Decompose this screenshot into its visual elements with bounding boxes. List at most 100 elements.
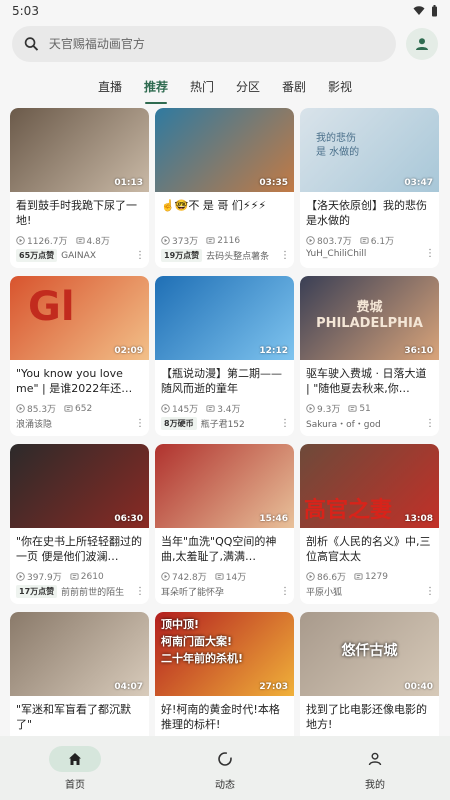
video-author[interactable]: 浪涌该隐 xyxy=(16,417,131,430)
nav-home[interactable]: 首页 xyxy=(35,745,115,791)
video-meta: 8万硬币 瓶子君152 ⋮ xyxy=(155,415,294,430)
nav-profile[interactable]: 我的 xyxy=(335,746,415,791)
video-author[interactable]: 去码头整点薯条 xyxy=(206,249,276,262)
play-count-icon xyxy=(161,404,170,413)
thumbnail-caption: 费城 xyxy=(356,300,383,315)
video-meta: 65万点赞 GAINAX ⋮ xyxy=(10,247,149,262)
nav-profile-label: 我的 xyxy=(365,779,385,791)
video-thumbnail[interactable]: 高官之妻 13:08 xyxy=(300,444,439,528)
video-thumbnail[interactable]: 顶中顶! 柯南门面大案! 二十年前的杀机! 27:03 xyxy=(155,612,294,696)
play-count-icon xyxy=(16,572,25,581)
video-title[interactable]: "You know you love me" | 是谁2022年还… xyxy=(10,360,149,400)
video-author[interactable]: GAINAX xyxy=(61,251,131,261)
video-author[interactable]: Sakura・of・god xyxy=(306,417,421,430)
battery-icon xyxy=(432,5,437,17)
more-options-icon[interactable]: ⋮ xyxy=(425,418,435,428)
video-thumbnail[interactable]: 04:07 xyxy=(10,612,149,696)
video-author[interactable]: 瓶子君152 xyxy=(201,417,276,430)
comment-count-value: 1279 xyxy=(365,571,388,582)
video-title[interactable]: 【瓶说动漫】第二期——随风而逝的童年 xyxy=(155,360,294,400)
account-button[interactable] xyxy=(406,28,438,60)
danmaku-icon xyxy=(75,237,85,244)
comment-count-value: 14万 xyxy=(225,573,247,583)
video-meta: 耳朵听了能怀孕 ⋮ xyxy=(155,583,294,598)
video-thumbnail[interactable]: 15:46 xyxy=(155,444,294,528)
video-duration: 04:07 xyxy=(114,682,143,692)
video-title[interactable]: 驱车驶入费城 · 日落大道 | "随他夏去秋来,你… xyxy=(300,360,439,400)
video-meta: 平原小狐 ⋮ xyxy=(300,583,439,598)
video-thumbnail[interactable]: 03:35 xyxy=(155,108,294,192)
more-options-icon[interactable]: ⋮ xyxy=(425,586,435,596)
video-meta: 17万点赞 前前前世的陌生 ⋮ xyxy=(10,583,149,598)
view-count: 85.3万 xyxy=(16,402,56,415)
more-options-icon[interactable]: ⋮ xyxy=(425,249,435,259)
more-options-icon[interactable]: ⋮ xyxy=(135,586,145,596)
video-thumbnail[interactable]: 我的悲伤是 水做的 03:47 xyxy=(300,108,439,192)
video-duration: 03:35 xyxy=(259,178,288,188)
comment-count-value: 3.4万 xyxy=(217,405,241,415)
video-card[interactable]: 悠仟古城 00:40 找到了比电影还像电影的地方! ⋮ xyxy=(300,612,439,736)
video-card[interactable]: Gl 02:09 "You know you love me" | 是谁2022… xyxy=(10,276,149,436)
comment-count-value: 2610 xyxy=(80,571,104,582)
video-thumbnail[interactable]: 01:13 xyxy=(10,108,149,192)
tab-live[interactable]: 直播 xyxy=(87,72,133,104)
view-count-value: 1126.7万 xyxy=(27,237,68,247)
tab-hot[interactable]: 热门 xyxy=(179,72,225,104)
video-title[interactable]: 当年"血洗"QQ空间的神曲,太羞耻了,满满… xyxy=(155,528,294,568)
video-author[interactable]: 平原小狐 xyxy=(306,585,421,598)
nav-dynamics[interactable]: 动态 xyxy=(185,746,265,791)
video-title[interactable]: 看到鼓手时我跪下尿了一地! xyxy=(10,192,149,232)
video-badge: 19万点赞 xyxy=(161,249,203,262)
video-card[interactable]: 15:46 当年"血洗"QQ空间的神曲,太羞耻了,满满… 742.8万 14万 … xyxy=(155,444,294,604)
comment-count: 51 xyxy=(348,404,371,414)
more-options-icon[interactable]: ⋮ xyxy=(135,250,145,260)
search-bar[interactable] xyxy=(12,26,396,62)
video-stats: 373万 2116 xyxy=(155,232,294,247)
video-thumbnail[interactable]: 12:12 xyxy=(155,276,294,360)
video-card[interactable]: 03:35 ☝️🤓不 是 哥 们⚡⚡⚡ 373万 2116 19万点赞 去码头整… xyxy=(155,108,294,268)
tab-recommend[interactable]: 推荐 xyxy=(133,72,179,104)
video-card[interactable]: 06:30 "你在史书上所轻轻翻过的一页 便是他们波澜… 397.9万 2610… xyxy=(10,444,149,604)
video-thumbnail[interactable]: Gl 02:09 xyxy=(10,276,149,360)
video-card[interactable]: 12:12 【瓶说动漫】第二期——随风而逝的童年 145万 3.4万 8万硬币 … xyxy=(155,276,294,436)
status-icons xyxy=(413,5,438,17)
video-title[interactable]: 好!柯南的黄金时代!本格推理的标杆! xyxy=(155,696,294,736)
video-author[interactable]: 耳朵听了能怀孕 xyxy=(161,585,276,598)
more-options-icon[interactable]: ⋮ xyxy=(280,586,290,596)
activity-icon xyxy=(218,751,232,766)
video-card[interactable]: 我的悲伤是 水做的 03:47 【洛天依原创】我的悲伤是水做的 803.7万 6… xyxy=(300,108,439,268)
more-options-icon[interactable]: ⋮ xyxy=(135,418,145,428)
video-title[interactable]: 【洛天依原创】我的悲伤是水做的 xyxy=(300,192,439,232)
video-author[interactable]: YuH_ChiliChill xyxy=(306,249,421,259)
thumbnail-caption: 二十年前的杀机! xyxy=(161,652,244,665)
video-card[interactable]: 04:07 "军迷和军盲看了都沉默了" ⋮ xyxy=(10,612,149,736)
video-title[interactable]: "军迷和军盲看了都沉默了" xyxy=(10,696,149,736)
more-options-icon[interactable]: ⋮ xyxy=(280,418,290,428)
video-author[interactable]: 前前前世的陌生 xyxy=(61,585,131,598)
video-title[interactable]: "你在史书上所轻轻翻过的一页 便是他们波澜… xyxy=(10,528,149,568)
tab-categories[interactable]: 分区 xyxy=(225,72,271,104)
home-icon xyxy=(69,752,81,765)
video-thumbnail[interactable]: 06:30 xyxy=(10,444,149,528)
more-options-icon[interactable]: ⋮ xyxy=(280,250,290,260)
video-thumbnail[interactable]: 悠仟古城 00:40 xyxy=(300,612,439,696)
video-thumbnail[interactable]: 费城 PHILADELPHIA 36:10 xyxy=(300,276,439,360)
video-title[interactable]: 剖析《人民的名义》中,三位高官太太 xyxy=(300,528,439,568)
tab-anime[interactable]: 番剧 xyxy=(271,72,317,104)
search-input[interactable] xyxy=(48,37,384,51)
video-card[interactable]: 高官之妻 13:08 剖析《人民的名义》中,三位高官太太 86.6万 1279 … xyxy=(300,444,439,604)
thumbnail-caption: PHILADELPHIA xyxy=(316,316,423,331)
play-count-icon xyxy=(161,572,170,581)
comment-count: 4.8万 xyxy=(75,234,110,247)
video-card[interactable]: 顶中顶! 柯南门面大案! 二十年前的杀机! 27:03 好!柯南的黄金时代!本格推理… xyxy=(155,612,294,736)
person-icon xyxy=(416,38,428,50)
tab-movies[interactable]: 影视 xyxy=(317,72,363,104)
video-title[interactable]: 找到了比电影还像电影的地方! xyxy=(300,696,439,736)
video-duration: 12:12 xyxy=(259,346,288,356)
danmaku-icon xyxy=(206,405,215,412)
video-duration: 06:30 xyxy=(114,514,143,524)
video-card[interactable]: 费城 PHILADELPHIA 36:10 驱车驶入费城 · 日落大道 | "随他… xyxy=(300,276,439,436)
video-card[interactable]: 01:13 看到鼓手时我跪下尿了一地! 1126.7万 4.8万 65万点赞 G… xyxy=(10,108,149,268)
view-count: 1126.7万 xyxy=(16,234,68,247)
video-title[interactable]: ☝️🤓不 是 哥 们⚡⚡⚡ xyxy=(155,192,294,232)
